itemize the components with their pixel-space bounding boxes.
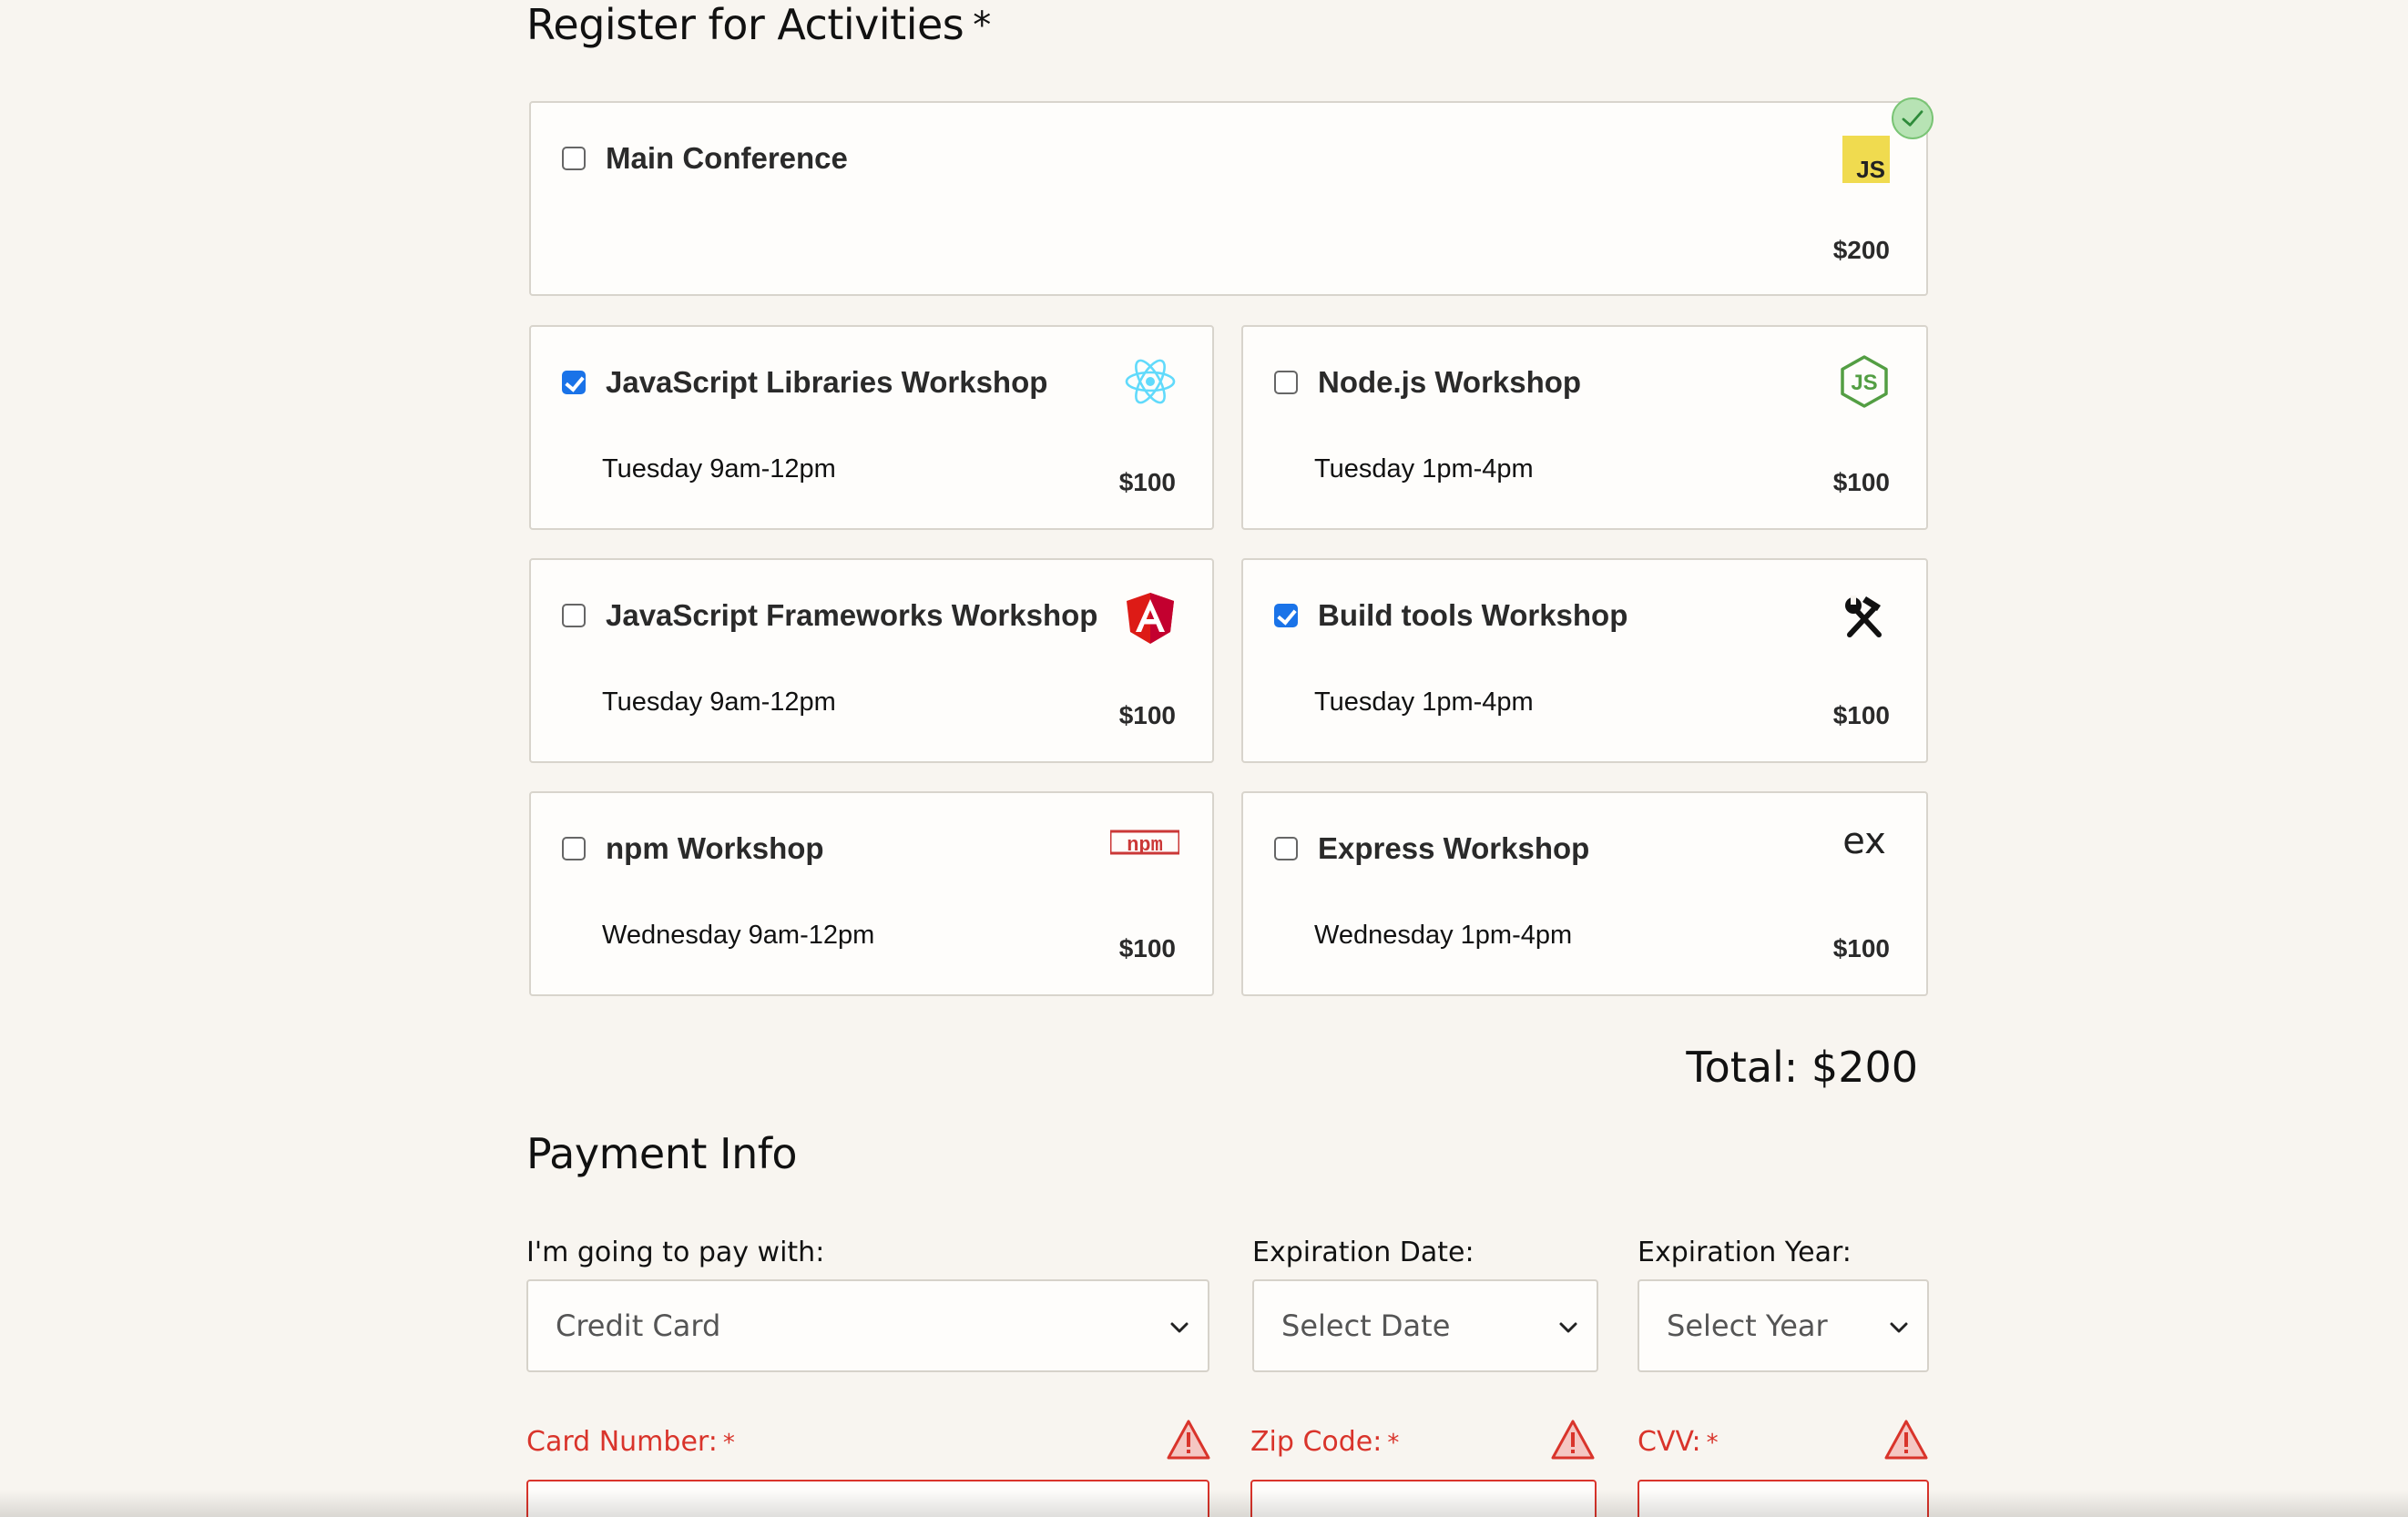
card-number-label: Card Number: * [526, 1426, 735, 1458]
activity-price: $100 [1832, 934, 1890, 962]
js-libraries-checkbox[interactable] [562, 371, 586, 394]
nodejs-checkbox[interactable] [1274, 371, 1298, 394]
main-conference-checkbox[interactable] [562, 147, 586, 170]
react-icon [1123, 354, 1178, 409]
activity-name: JavaScript Libraries Workshop [606, 365, 1048, 399]
cvv-label: CVV: * [1638, 1426, 1719, 1458]
activity-price: $100 [1118, 701, 1176, 729]
svg-text:JS: JS [1851, 371, 1877, 395]
activity-name: npm Workshop [606, 831, 824, 865]
activity-card-express[interactable]: Express Workshop ex Wednesday 1pm-4pm $1… [1241, 791, 1928, 996]
javascript-logo-icon: JS [1842, 136, 1890, 183]
payment-method-value: Credit Card [556, 1308, 721, 1343]
pay-with-label: I'm going to pay with: [526, 1237, 825, 1268]
payment-method-select[interactable]: Credit Card [526, 1279, 1209, 1372]
npm-icon: npm [1110, 830, 1179, 859]
chevron-down-icon [1170, 1322, 1189, 1333]
chevron-down-icon [1890, 1322, 1908, 1333]
activity-name: Build tools Workshop [1318, 598, 1628, 632]
exp-year-value: Select Year [1667, 1308, 1828, 1343]
warning-icon [1550, 1419, 1596, 1461]
activities-heading: Register for Activities * [526, 0, 991, 49]
activity-card-build-tools[interactable]: Build tools Workshop Tuesday 1pm-4pm $10… [1241, 558, 1928, 763]
express-icon: ex [1837, 815, 1892, 870]
activity-time: Tuesday 9am-12pm [602, 454, 836, 484]
activity-name: JavaScript Frameworks Workshop [606, 598, 1098, 632]
activity-name: Node.js Workshop [1318, 365, 1582, 399]
activity-price: $100 [1118, 934, 1176, 962]
zip-code-label: Zip Code: * [1250, 1426, 1400, 1458]
activities-total: Total: $200 [1686, 1043, 1918, 1092]
activity-time: Tuesday 9am-12pm [602, 687, 836, 717]
angular-icon [1123, 591, 1178, 646]
hammer-wrench-icon [1837, 589, 1892, 644]
chevron-down-icon [1559, 1322, 1577, 1333]
js-frameworks-checkbox[interactable] [562, 604, 586, 627]
activity-name: Main Conference [606, 141, 848, 175]
valid-check-icon [1892, 97, 1934, 139]
activity-price: $100 [1832, 468, 1890, 496]
svg-text:npm: npm [1127, 834, 1163, 857]
exp-year-select[interactable]: Select Year [1638, 1279, 1929, 1372]
activity-card-main-conference[interactable]: Main Conference JS $200 [529, 97, 1934, 296]
activity-name: Express Workshop [1318, 831, 1590, 865]
svg-text:JS: JS [1856, 156, 1885, 183]
svg-text:ex: ex [1842, 820, 1886, 862]
activity-price: $200 [1832, 236, 1890, 264]
activity-price: $100 [1832, 701, 1890, 729]
exp-date-value: Select Date [1281, 1308, 1451, 1343]
bottom-shadow [0, 1490, 2408, 1517]
activity-card-js-libraries[interactable]: JavaScript Libraries Workshop Tuesday 9a… [529, 325, 1214, 530]
exp-date-label: Expiration Date: [1252, 1237, 1474, 1268]
activity-price: $100 [1118, 468, 1176, 496]
warning-icon [1883, 1419, 1929, 1461]
nodejs-icon: JS [1837, 354, 1892, 409]
exp-date-select[interactable]: Select Date [1252, 1279, 1598, 1372]
activity-time: Wednesday 9am-12pm [602, 921, 875, 950]
warning-icon [1166, 1419, 1211, 1461]
activity-time: Wednesday 1pm-4pm [1314, 921, 1573, 950]
activity-card-npm[interactable]: npm Workshop npm Wednesday 9am-12pm $100 [529, 791, 1214, 996]
activity-time: Tuesday 1pm-4pm [1314, 687, 1534, 717]
activity-time: Tuesday 1pm-4pm [1314, 454, 1534, 484]
activities-heading-text: Register for Activities [526, 0, 964, 49]
required-asterisk: * [973, 5, 991, 46]
build-tools-checkbox[interactable] [1274, 604, 1298, 627]
npm-checkbox[interactable] [562, 837, 586, 860]
express-checkbox[interactable] [1274, 837, 1298, 860]
exp-year-label: Expiration Year: [1638, 1237, 1852, 1268]
activity-card-nodejs[interactable]: Node.js Workshop JS Tuesday 1pm-4pm $100 [1241, 325, 1928, 530]
payment-heading: Payment Info [526, 1129, 798, 1178]
activity-card-js-frameworks[interactable]: JavaScript Frameworks Workshop Tuesday 9… [529, 558, 1214, 763]
